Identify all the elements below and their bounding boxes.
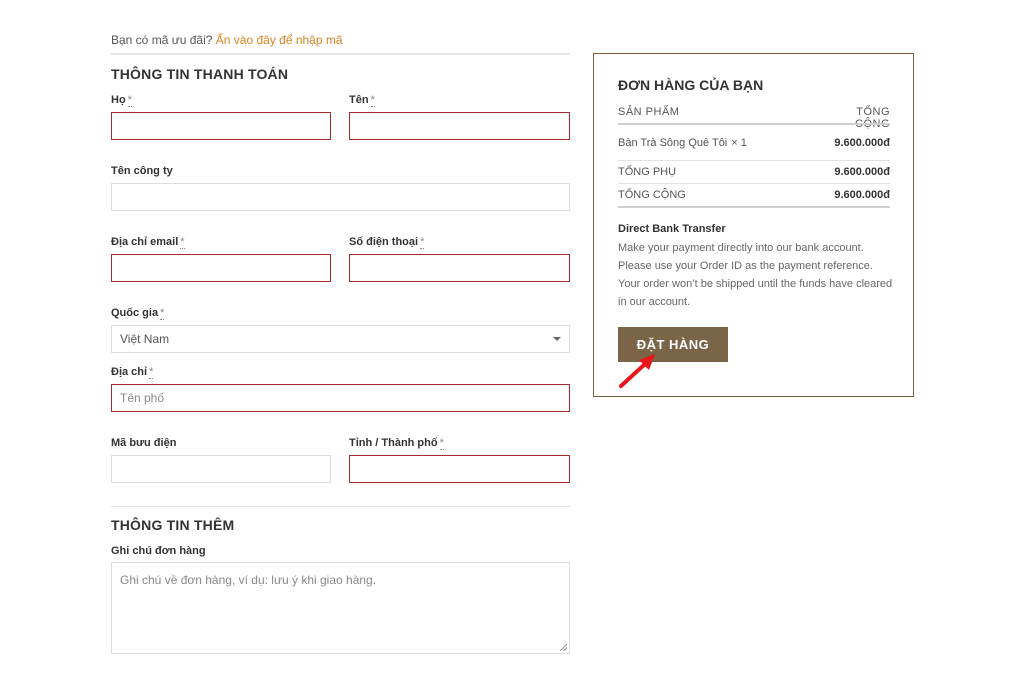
last-name-field[interactable] (111, 112, 331, 140)
required-mark: * (370, 94, 375, 107)
country-label: Quốc gia * (111, 307, 165, 320)
address-field[interactable]: Tên phố (111, 384, 570, 412)
company-label: Tên công ty (111, 165, 173, 177)
last-name-label: Họ * (111, 94, 132, 107)
order-item: Bàn Trà Sông Quê Tôi × 1 (618, 137, 747, 149)
required-mark: * (439, 437, 444, 450)
city-label: Tỉnh / Thành phố * (349, 437, 444, 450)
phone-label: Số điện thoại * (349, 236, 425, 249)
first-name-field[interactable] (349, 112, 570, 140)
divider (111, 506, 570, 507)
total-label: TỔNG CỘNG (618, 189, 686, 201)
total-value: 9.600.000đ (834, 189, 890, 201)
table-divider (618, 183, 890, 184)
country-select[interactable]: Việt Nam (111, 325, 570, 353)
table-divider (618, 160, 890, 161)
resize-handle-icon[interactable] (560, 644, 567, 651)
order-notes-textarea[interactable]: Ghi chú về đơn hàng, ví dụ: lưu ý khi gi… (111, 562, 570, 654)
email-field[interactable] (111, 254, 331, 282)
chevron-down-icon (553, 337, 561, 341)
required-mark: * (420, 236, 425, 249)
coupon-link[interactable]: Ấn vào đây để nhập mã (216, 33, 343, 47)
order-title: ĐƠN HÀNG CỦA BẠN (618, 77, 764, 93)
address-placeholder: Tên phố (120, 391, 165, 405)
payment-method-title: Direct Bank Transfer (618, 223, 726, 235)
payment-description: Make your payment directly into our bank… (618, 242, 893, 308)
required-mark: * (149, 366, 154, 379)
divider (111, 53, 570, 55)
col-total-header: TỔNG CỘNG (855, 106, 890, 130)
postcode-label: Mã bưu điện (111, 437, 177, 449)
billing-title: THÔNG TIN THANH TOÁN (111, 66, 289, 82)
country-value: Việt Nam (120, 332, 170, 346)
notes-placeholder: Ghi chú về đơn hàng, ví dụ: lưu ý khi gi… (120, 573, 377, 587)
table-divider (618, 123, 890, 125)
phone-field[interactable] (349, 254, 570, 282)
additional-title: THÔNG TIN THÊM (111, 517, 235, 533)
required-mark: * (160, 307, 165, 320)
city-field[interactable] (349, 455, 570, 483)
notes-label: Ghi chú đơn hàng (111, 545, 206, 557)
item-qty: × 1 (731, 137, 747, 149)
col-product-header: SẢN PHẨM (618, 106, 680, 118)
company-field[interactable] (111, 183, 570, 211)
subtotal-value: 9.600.000đ (834, 166, 890, 178)
red-arrow-annotation-icon (619, 354, 655, 388)
item-price: 9.600.000đ (834, 137, 890, 149)
table-divider (618, 206, 890, 208)
required-mark: * (127, 94, 132, 107)
subtotal-label: TỔNG PHỤ (618, 166, 677, 178)
postcode-field[interactable] (111, 455, 331, 483)
email-label: Địa chỉ email * (111, 236, 185, 249)
coupon-notice: Bạn có mã ưu đãi? Ấn vào đây để nhập mã (111, 33, 343, 47)
coupon-text: Bạn có mã ưu đãi? (111, 33, 213, 47)
address-label: Địa chỉ * (111, 366, 154, 379)
item-name: Bàn Trà Sông Quê Tôi (618, 137, 728, 149)
required-mark: * (180, 236, 185, 249)
first-name-label: Tên * (349, 94, 375, 107)
